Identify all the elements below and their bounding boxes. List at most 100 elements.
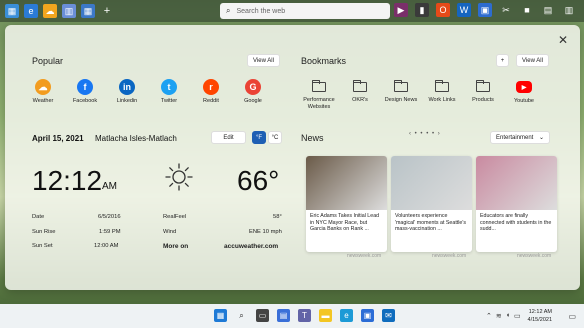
word-icon[interactable]: W (457, 3, 471, 17)
folder-icon (434, 80, 449, 92)
task-view-icon[interactable]: ▭ (256, 309, 269, 322)
category-dropdown[interactable]: Entertainment ⌄ (490, 131, 550, 144)
bookmark-label: Performance Websites (303, 97, 335, 110)
news-title: News (301, 133, 324, 143)
popular-app-label: Weather (32, 98, 54, 104)
taskbar-time: 12:12 AM (528, 309, 552, 315)
news-thumbnail (306, 156, 387, 210)
weather-row-value: 6/5/2016 (98, 214, 121, 220)
taskbar-date: 4/15/2021 (527, 317, 552, 323)
weather-row-value: 58° (273, 214, 282, 220)
folder-icon (393, 80, 408, 92)
popular-app-label: Google (244, 98, 262, 104)
bookmark-item[interactable]: Work Links (420, 79, 464, 104)
popular-app-weather[interactable]: ☁ Weather (21, 79, 65, 105)
search-icon: ⌕ (226, 6, 231, 15)
news-source: newsweek.com (347, 253, 382, 259)
system-tray[interactable]: ⌃ ≋ ◖ ▭ (486, 312, 521, 320)
teams-icon[interactable]: T (298, 309, 311, 322)
news-card[interactable]: Volunteers experience 'magical' moments … (391, 156, 472, 252)
popular-title: Popular (32, 56, 64, 66)
clock-ampm: AM (102, 181, 117, 192)
search-input[interactable]: ⌕ Search the web (220, 3, 390, 19)
wifi-icon[interactable]: ≋ (496, 312, 502, 320)
weather-icon[interactable]: ☁ (43, 4, 57, 18)
edge-icon[interactable]: e (24, 4, 38, 18)
clipboard-icon[interactable]: ▤ (541, 3, 555, 17)
more-on-label: More on (163, 243, 189, 250)
fahrenheit-toggle[interactable]: °F (252, 131, 266, 144)
bookmark-item[interactable]: OKR's (338, 79, 382, 104)
news-thumbnail (476, 156, 557, 210)
chart-icon[interactable]: ▥ (62, 4, 76, 18)
weather-row-label: Sun Rise (32, 229, 56, 235)
weather-icon: ☁ (35, 79, 51, 95)
volume-icon[interactable]: ◖ (506, 312, 510, 320)
record-icon[interactable]: ■ (520, 3, 534, 17)
terminal-icon[interactable]: ▮ (415, 3, 429, 17)
store-icon[interactable]: ▣ (478, 3, 492, 17)
close-icon[interactable]: ✕ (558, 33, 568, 47)
popular-app-label: Twitter (160, 98, 178, 104)
celsius-toggle[interactable]: °C (268, 131, 282, 144)
weather-row-value: 1:59 PM (99, 229, 121, 235)
popular-app-linkedin[interactable]: in Linkedin (105, 79, 149, 105)
popular-app-label: Reddit (203, 98, 219, 104)
reddit-icon: r (203, 79, 219, 95)
chevron-up-icon[interactable]: ⌃ (486, 312, 492, 320)
clock-time: 12:12 (32, 165, 103, 196)
popular-app-facebook[interactable]: f Facebook (63, 79, 107, 105)
widget-panel: ✕ Popular View All ☁ Weather f Facebook in Li… (5, 25, 580, 290)
add-bookmark-button[interactable]: + (496, 54, 509, 67)
weather-row-label: Wind (163, 229, 177, 235)
taskbar-clock[interactable]: 12:12 AM 4/15/2021 (528, 308, 552, 324)
popular-app-google[interactable]: G Google (231, 79, 275, 105)
start-icon[interactable]: ▦ (214, 309, 227, 322)
search-icon[interactable]: ⌕ (235, 309, 248, 322)
popular-app-label: Facebook (72, 98, 98, 104)
edit-button[interactable]: Edit (211, 131, 246, 144)
folder-icon (352, 80, 367, 92)
temperature: 66° (237, 165, 280, 196)
bookmark-label: Work Links (428, 97, 456, 103)
weather-row-label: Date (32, 214, 45, 220)
mail-icon[interactable]: ✉ (382, 309, 395, 322)
explorer-icon[interactable]: ▬ (319, 309, 332, 322)
weather-row-value: ENE 10 mph (249, 229, 282, 235)
news-card[interactable]: Educators are finally connected with stu… (476, 156, 557, 252)
accuweather-link[interactable]: accuweather.com (224, 243, 278, 250)
sunny-icon (165, 163, 193, 191)
news-headline: Volunteers experience 'magical' moments … (395, 213, 467, 232)
popular-app-label: Linkedin (116, 98, 138, 104)
bookmarks-title: Bookmarks (301, 56, 347, 66)
chevron-down-icon: ⌄ (538, 135, 544, 141)
news-thumbnail (391, 156, 472, 210)
bookmark-item[interactable]: Products (461, 79, 505, 104)
popular-app-twitter[interactable]: t Twitter (147, 79, 191, 105)
store-taskbar-icon[interactable]: ▣ (361, 309, 374, 322)
bookmark-item[interactable]: Performance Websites (297, 79, 341, 111)
trash-icon[interactable]: ▥ (562, 3, 576, 17)
weather-location: Matlacha Isles-Matlach (95, 134, 177, 143)
calculator-icon[interactable]: ▦ (81, 4, 95, 18)
media-icon[interactable]: ▶ (394, 3, 408, 17)
facebook-icon: f (77, 79, 93, 95)
add-tab-button[interactable]: + (100, 4, 114, 18)
news-headline: Educators are finally connected with stu… (480, 213, 552, 232)
office-icon[interactable]: O (436, 3, 450, 17)
widgets-icon[interactable]: ▤ (277, 309, 290, 322)
search-placeholder: Search the web (236, 7, 286, 15)
news-card[interactable]: Eric Adams Takes Initial Lead in NYC May… (306, 156, 387, 252)
edge-taskbar-icon[interactable]: e (340, 309, 353, 322)
popular-view-all-button[interactable]: View All (247, 54, 280, 67)
news-source: newsweek.com (517, 253, 552, 259)
windows-icon[interactable]: ▦ (5, 4, 19, 18)
news-pager[interactable]: ‹ • • • • › (409, 131, 441, 137)
popular-app-reddit[interactable]: r Reddit (189, 79, 233, 105)
battery-icon[interactable]: ▭ (514, 312, 521, 320)
bookmark-item[interactable]: Design News (379, 79, 423, 104)
scissors-icon[interactable]: ✂ (499, 3, 513, 17)
notification-icon[interactable]: ▭ (568, 312, 576, 321)
bookmarks-view-all-button[interactable]: View All (516, 54, 549, 67)
bookmark-item[interactable]: ▶ Youtube (502, 79, 546, 105)
